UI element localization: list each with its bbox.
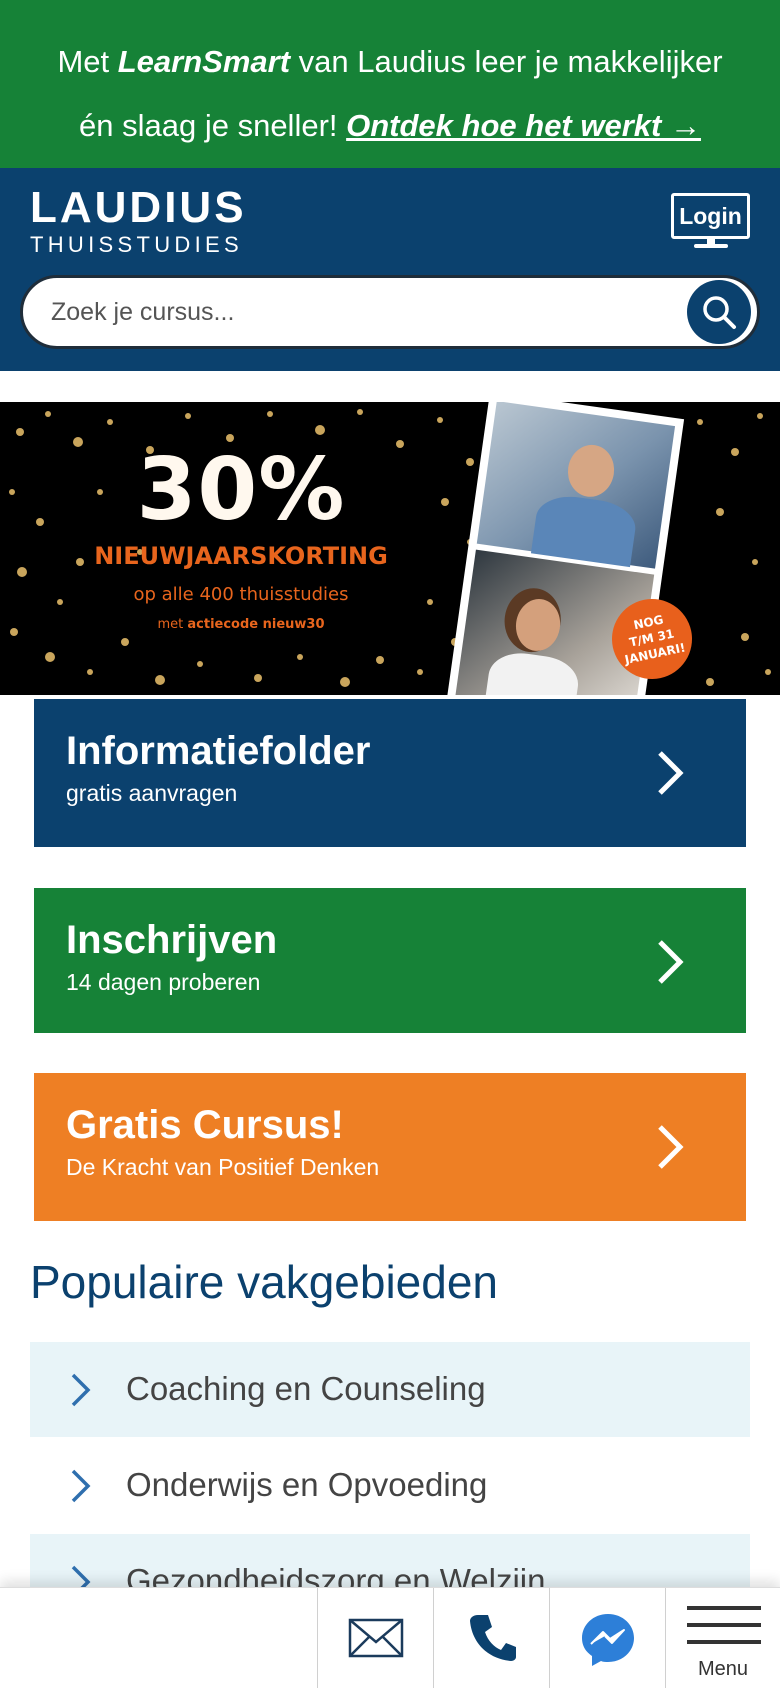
woman-body [483,648,582,695]
messenger-icon [582,1614,634,1666]
popular-subjects-title: Populaire vakgebieden [30,1256,499,1308]
chevron-right-icon [658,940,684,984]
man-photo [476,402,676,569]
banner-percentage: 30% [136,440,346,540]
cta-subtitle: 14 dagen proberen [66,969,261,995]
promo-prefix: Met [57,44,118,79]
subject-item-coaching[interactable]: Coaching en Counseling [30,1342,750,1437]
banner-subline: op alle 400 thuisstudies [133,584,349,605]
mail-button[interactable] [317,1588,433,1688]
menu-icon [687,1606,761,1644]
chevron-right-icon [658,751,684,795]
logo-sub-text: THUISSTUDIES [30,232,243,257]
search-bar [20,275,760,349]
logo-main-text: LAUDIUS [30,183,247,232]
man-head [564,441,618,500]
bottom-nav: Menu [0,1587,780,1688]
woman-head [512,596,564,654]
subject-label: Onderwijs en Opvoeding [126,1466,488,1503]
phone-button[interactable] [433,1588,549,1688]
subject-item-education[interactable]: Onderwijs en Opvoeding [30,1438,750,1533]
promo-link[interactable]: Ontdek hoe het werkt → [346,108,701,143]
cta-title: Inschrijven [66,918,278,962]
banner-text: 30% NIEUWJAARSKORTING op alle 400 thuiss… [0,442,482,632]
monitor-stand-icon [694,239,728,248]
chevron-right-icon [71,1373,91,1407]
banner-code-line: met actiecode nieuw30 [0,617,482,632]
chevron-right-icon [658,1125,684,1169]
phone-icon [470,1615,516,1661]
search-icon [703,296,736,329]
cta-subtitle: De Kracht van Positief Denken [66,1154,380,1180]
promo-banner[interactable]: 30% NIEUWJAARSKORTING op alle 400 thuiss… [0,402,780,695]
promo-line-2: én slaag je sneller! Ontdek hoe het werk… [0,94,780,158]
banner-code-prefix: met [157,617,188,632]
promo-line-1: Met LearnSmart van Laudius leer je makke… [0,30,780,94]
man-body [530,491,639,568]
logo[interactable]: LAUDIUS THUISSTUDIES [30,186,247,258]
banner-headline: NIEUWJAARSKORTING [94,542,388,570]
cta-subtitle: gratis aanvragen [66,780,238,806]
cta-information-brochure[interactable]: Informatiefolder gratis aanvragen [34,699,746,847]
banner-code: actiecode nieuw30 [187,617,325,632]
search-button[interactable] [687,280,751,344]
messenger-button[interactable] [549,1588,665,1688]
subject-label: Coaching en Counseling [126,1370,486,1407]
cta-title: Gratis Cursus! [66,1103,344,1147]
chevron-right-icon [71,1469,91,1503]
promo-line2-text: én slaag je sneller! [79,108,347,143]
login-button[interactable]: Login [671,193,750,239]
promo-brand: LearnSmart [117,44,291,79]
search-input[interactable] [51,278,671,346]
menu-label: Menu [697,1658,749,1680]
menu-button[interactable]: Menu [665,1588,780,1688]
mail-icon [348,1618,404,1658]
site-header: LAUDIUS THUISSTUDIES Login [0,168,780,371]
promo-bar: Met LearnSmart van Laudius leer je makke… [0,0,780,168]
cta-title: Informatiefolder [66,729,371,773]
cta-enroll[interactable]: Inschrijven 14 dagen proberen [34,888,746,1033]
promo-mid: van Laudius leer je makkelijker [290,44,723,79]
cta-free-course[interactable]: Gratis Cursus! De Kracht van Positief De… [34,1073,746,1221]
